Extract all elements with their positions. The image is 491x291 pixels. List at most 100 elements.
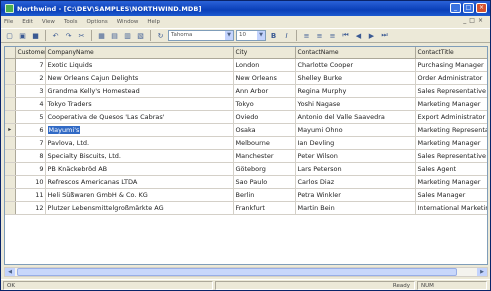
italic-icon[interactable]: I	[281, 30, 292, 41]
header-contacttitle[interactable]: ContactTitle	[415, 47, 487, 59]
cell-companyname[interactable]: New Orleans Cajun Delights	[45, 71, 234, 85]
cell-companyname[interactable]: Heli Süßwaren GmbH & Co. KG	[45, 188, 234, 202]
cell-customerid[interactable]: 10	[15, 175, 46, 189]
cell-city[interactable]: Tokyo	[233, 97, 296, 111]
cell-companyname[interactable]: Exotic Liquids	[45, 58, 234, 72]
scroll-right-icon[interactable]: ▶	[477, 268, 487, 276]
cell-contactname[interactable]: Shelley Burke	[295, 71, 416, 85]
row-selector[interactable]	[5, 188, 16, 202]
scroll-thumb[interactable]	[17, 268, 457, 276]
cell-companyname[interactable]: Specialty Biscuits, Ltd.	[45, 149, 234, 163]
cell-companyname[interactable]: Plutzer Lebensmittelgroßmärkte AG	[45, 201, 234, 215]
cell-customerid[interactable]: 5	[15, 110, 46, 124]
row-selector[interactable]	[5, 136, 16, 150]
cell-companyname[interactable]: Pavlova, Ltd.	[45, 136, 234, 150]
header-selector[interactable]	[5, 47, 16, 59]
header-city[interactable]: City	[233, 47, 296, 59]
table-row[interactable]: 7 Exotic Liquids London Charlotte Cooper Pur…	[5, 58, 487, 72]
menu-window[interactable]: Window	[117, 19, 139, 25]
header-customerid[interactable]: CustomerID	[15, 47, 46, 59]
cell-customerid[interactable]: 2	[15, 71, 46, 85]
cell-contactname[interactable]: Ian Devling	[295, 136, 416, 150]
row-selector[interactable]	[5, 110, 16, 124]
refresh-icon[interactable]: ↻	[155, 30, 166, 41]
new-icon[interactable]: ▢	[4, 30, 15, 41]
cell-contacttitle[interactable]: Sales Manager	[415, 188, 487, 202]
cell-customerid[interactable]: 7	[15, 58, 46, 72]
bold-icon[interactable]: B	[268, 30, 279, 41]
row-selector[interactable]	[5, 162, 16, 176]
table-icon[interactable]: ▤	[109, 30, 120, 41]
table-row[interactable]: 3 Grandma Kelly's Homestead Ann Arbor Regin…	[5, 84, 487, 98]
table-row[interactable]: 2 New Orleans Cajun Delights New Orleans Sh…	[5, 71, 487, 85]
table-row[interactable]: 10 Refrescos Americanas LTDA Sao Paulo Carl…	[5, 175, 487, 189]
cell-city[interactable]: London	[233, 58, 296, 72]
save-icon[interactable]: ■	[30, 30, 41, 41]
cell-contacttitle[interactable]: Purchasing Manager	[415, 58, 487, 72]
cell-contacttitle[interactable]: International Marketing Mgr.	[415, 201, 487, 215]
header-companyname[interactable]: CompanyName	[45, 47, 234, 59]
row-selector[interactable]	[5, 58, 16, 72]
menu-file[interactable]: File	[4, 19, 13, 25]
cell-city[interactable]: Melbourne	[233, 136, 296, 150]
cell-companyname[interactable]: Tokyo Traders	[45, 97, 234, 111]
align-right-icon[interactable]: ≡	[327, 30, 338, 41]
cell-companyname[interactable]: Mayumi's	[45, 123, 234, 137]
next-record-icon[interactable]: ▶	[366, 30, 377, 41]
font-size-select[interactable]: 10 ▼	[236, 30, 266, 41]
menu-help[interactable]: Help	[147, 19, 160, 25]
cell-city[interactable]: Frankfurt	[233, 201, 296, 215]
cell-contacttitle[interactable]: Sales Representative	[415, 84, 487, 98]
prev-record-icon[interactable]: ◀	[353, 30, 364, 41]
row-selector[interactable]	[5, 201, 16, 215]
filter-icon[interactable]: ▥	[122, 30, 133, 41]
table-row[interactable]: ▸ 6 Mayumi's Osaka Mayumi Ohno Marketing Repr…	[5, 123, 487, 137]
horizontal-scrollbar[interactable]: ◀ ▶	[4, 267, 488, 277]
cell-contactname[interactable]: Mayumi Ohno	[295, 123, 416, 137]
cut-icon[interactable]: ✂	[76, 30, 87, 41]
cell-contacttitle[interactable]: Sales Agent	[415, 162, 487, 176]
align-center-icon[interactable]: ≡	[314, 30, 325, 41]
row-selector[interactable]	[5, 149, 16, 163]
table-row[interactable]: 12 Plutzer Lebensmittelgroßmärkte AG Frank…	[5, 201, 487, 215]
table-row[interactable]: 9 PB Knäckebröd AB Göteborg Lars Peterson Sa…	[5, 162, 487, 176]
font-select[interactable]: Tahoma ▼	[168, 30, 234, 41]
cell-contacttitle[interactable]: Marketing Representative	[415, 123, 487, 137]
cell-companyname[interactable]: PB Knäckebröd AB	[45, 162, 234, 176]
close-button[interactable]: ×	[476, 3, 487, 13]
menu-view[interactable]: View	[42, 19, 55, 25]
cell-customerid[interactable]: 6	[15, 123, 46, 137]
open-icon[interactable]: ▣	[17, 30, 28, 41]
cell-contactname[interactable]: Lars Peterson	[295, 162, 416, 176]
row-selector[interactable]	[5, 175, 16, 189]
maximize-button[interactable]: □	[463, 3, 474, 13]
cell-contactname[interactable]: Carlos Diaz	[295, 175, 416, 189]
table-row[interactable]: 8 Specialty Biscuits, Ltd. Manchester Peter…	[5, 149, 487, 163]
cell-contactname[interactable]: Peter Wilson	[295, 149, 416, 163]
cell-city[interactable]: Osaka	[233, 123, 296, 137]
cell-contacttitle[interactable]: Sales Representative	[415, 149, 487, 163]
cell-contactname[interactable]: Petra Winkler	[295, 188, 416, 202]
cell-customerid[interactable]: 3	[15, 84, 46, 98]
cell-customerid[interactable]: 7	[15, 136, 46, 150]
grid-icon[interactable]: ▦	[96, 30, 107, 41]
cell-contactname[interactable]: Martin Bein	[295, 201, 416, 215]
cell-city[interactable]: Oviedo	[233, 110, 296, 124]
cell-contactname[interactable]: Regina Murphy	[295, 84, 416, 98]
row-selector[interactable]	[5, 84, 16, 98]
cell-city[interactable]: Manchester	[233, 149, 296, 163]
cell-city[interactable]: Sao Paulo	[233, 175, 296, 189]
cell-customerid[interactable]: 4	[15, 97, 46, 111]
cell-companyname[interactable]: Cooperativa de Quesos 'Las Cabras'	[45, 110, 234, 124]
row-selector[interactable]	[5, 97, 16, 111]
first-record-icon[interactable]: ⏮	[340, 30, 351, 41]
cell-customerid[interactable]: 9	[15, 162, 46, 176]
undo-icon[interactable]: ↶	[50, 30, 61, 41]
cell-companyname[interactable]: Refrescos Americanas LTDA	[45, 175, 234, 189]
data-grid[interactable]: CustomerID CompanyName City ContactName …	[4, 46, 488, 265]
table-row[interactable]: 4 Tokyo Traders Tokyo Yoshi Nagase Marketing…	[5, 97, 487, 111]
mdi-controls[interactable]: _□×	[463, 17, 486, 24]
cell-customerid[interactable]: 12	[15, 201, 46, 215]
cell-contacttitle[interactable]: Export Administrator	[415, 110, 487, 124]
cell-contactname[interactable]: Antonio del Valle Saavedra	[295, 110, 416, 124]
